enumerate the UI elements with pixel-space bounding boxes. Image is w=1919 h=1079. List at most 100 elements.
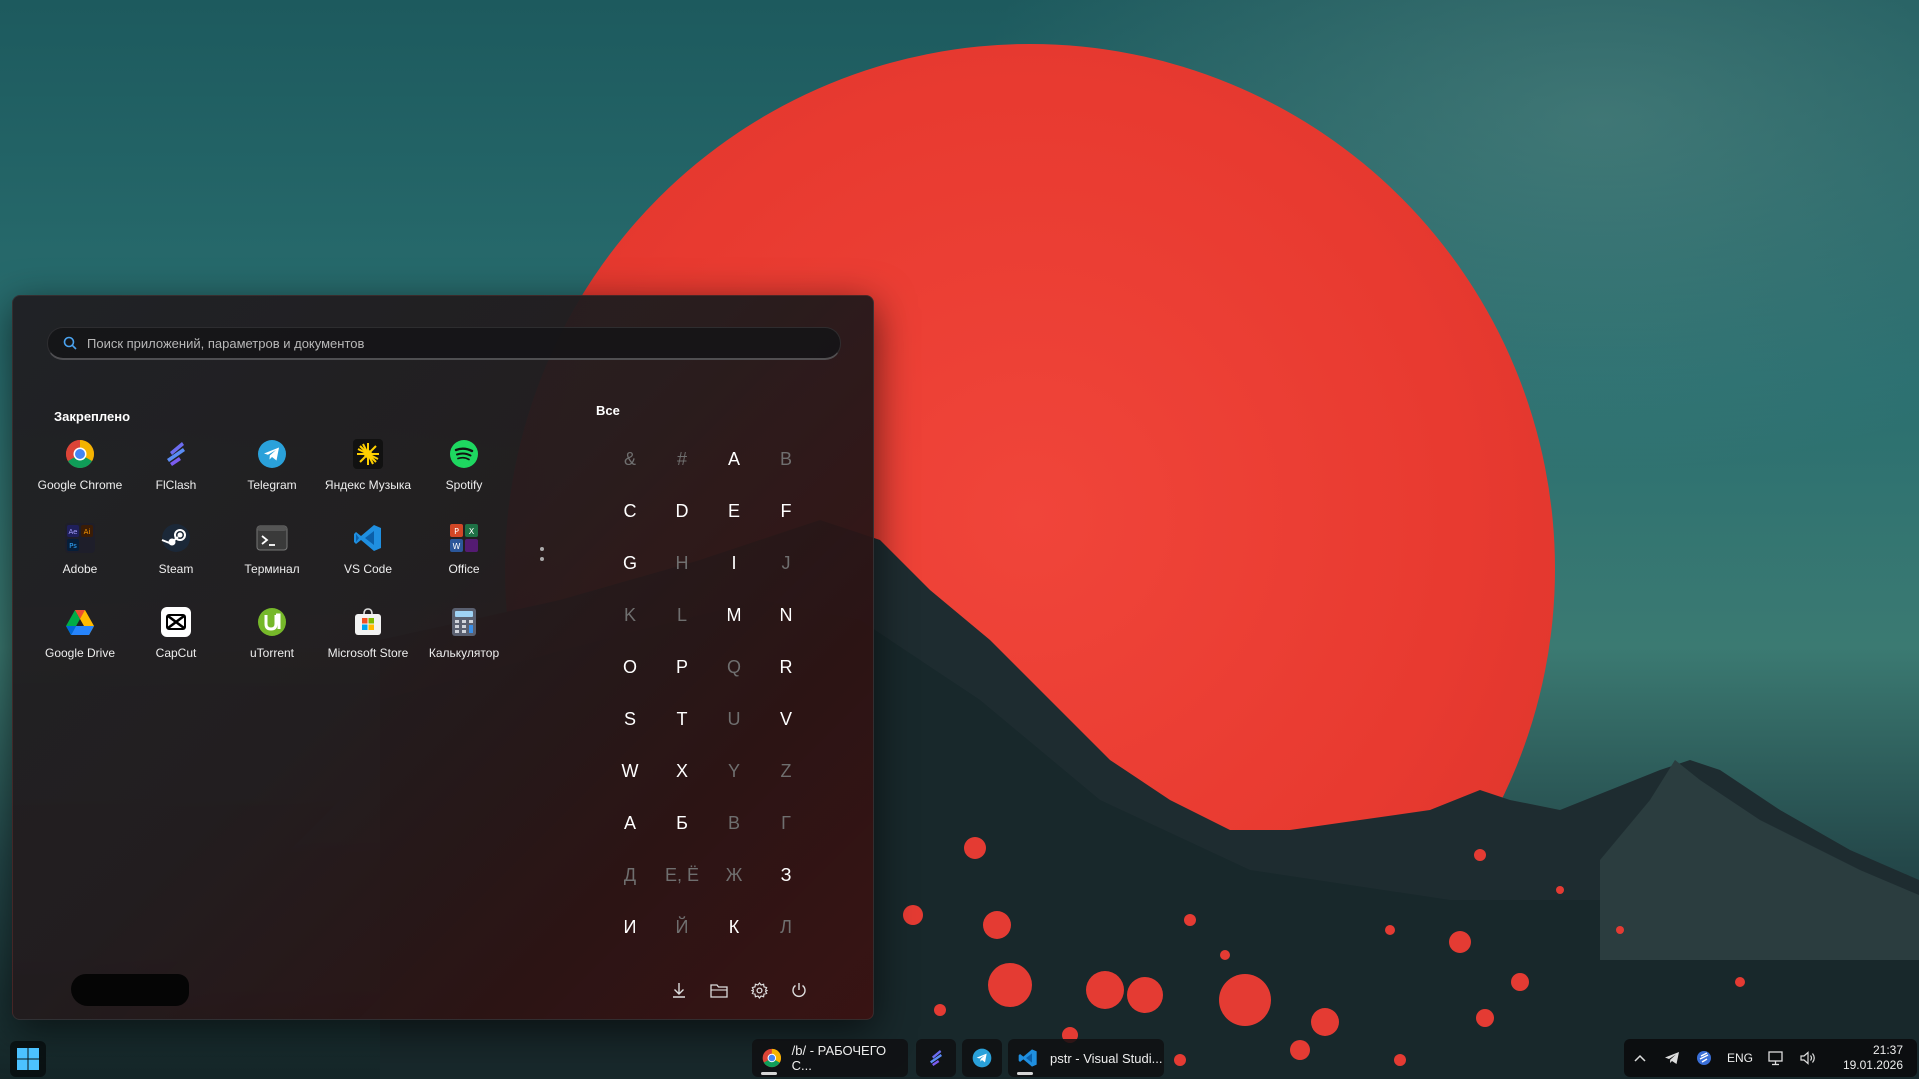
- clock[interactable]: 21:37 19.01.2026: [1843, 1043, 1903, 1073]
- download-icon: [673, 983, 685, 998]
- pinned-page-indicator[interactable]: [540, 547, 544, 567]
- network-button[interactable]: [1760, 1050, 1792, 1066]
- alphabet-letter[interactable]: Е, Ё: [656, 849, 708, 901]
- pinned-apps-grid: Google Chrome FlClash Telegram Яндекс Му…: [32, 436, 512, 688]
- alphabet-letter[interactable]: В: [708, 797, 760, 849]
- app-capcut[interactable]: CapCut: [128, 604, 224, 688]
- language-indicator[interactable]: ENG: [1720, 1051, 1760, 1065]
- app-steam[interactable]: Steam: [128, 520, 224, 604]
- telegram-tray-icon: [1665, 1052, 1679, 1064]
- alphabet-letter[interactable]: X: [656, 745, 708, 797]
- alphabet-index: & # A B C D E F G H I J K L M N O P Q R S T U V W X Y Z А Б В Г Д Е, ЁЖЗ И…: [604, 433, 812, 953]
- taskbar-flclash[interactable]: [916, 1039, 956, 1077]
- alphabet-letter[interactable]: U: [708, 693, 760, 745]
- app-terminal[interactable]: Терминал: [224, 520, 320, 604]
- adobe-icon: Ae Ai Ps: [64, 522, 96, 554]
- alphabet-letter[interactable]: J: [760, 537, 812, 589]
- alphabet-letter[interactable]: Л: [760, 901, 812, 953]
- alphabet-letter[interactable]: G: [604, 537, 656, 589]
- alphabet-letter[interactable]: Б: [656, 797, 708, 849]
- alphabet-letter[interactable]: А: [604, 797, 656, 849]
- pinned-title: Закреплено: [54, 409, 131, 424]
- alphabet-letter[interactable]: Д: [604, 849, 656, 901]
- app-utorrent[interactable]: uTorrent: [224, 604, 320, 688]
- alphabet-letter[interactable]: И: [604, 901, 656, 953]
- app-office[interactable]: P XW Office: [416, 520, 512, 604]
- alphabet-letter[interactable]: Ж: [708, 849, 760, 901]
- alphabet-letter[interactable]: T: [656, 693, 708, 745]
- running-indicator: [761, 1072, 777, 1075]
- volume-icon: [1799, 1051, 1815, 1065]
- alphabet-letter[interactable]: V: [760, 693, 812, 745]
- search-box[interactable]: [47, 327, 841, 360]
- start-button[interactable]: [10, 1041, 46, 1077]
- alphabet-letter[interactable]: M: [708, 589, 760, 641]
- alphabet-letter[interactable]: C: [604, 485, 656, 537]
- file-explorer-button[interactable]: [708, 979, 730, 1001]
- alphabet-letter[interactable]: P: [656, 641, 708, 693]
- app-label: FlClash: [155, 478, 197, 492]
- alphabet-letter[interactable]: D: [656, 485, 708, 537]
- svg-text:X: X: [469, 527, 475, 536]
- app-google-chrome[interactable]: Google Chrome: [32, 436, 128, 520]
- running-indicator: [1017, 1072, 1033, 1075]
- app-telegram[interactable]: Telegram: [224, 436, 320, 520]
- show-hidden-icons-button[interactable]: [1624, 1054, 1656, 1062]
- app-calculator[interactable]: Калькулятор: [416, 604, 512, 688]
- alphabet-letter[interactable]: N: [760, 589, 812, 641]
- alphabet-letter[interactable]: &: [604, 433, 656, 485]
- downloads-button[interactable]: [668, 979, 690, 1001]
- vpn-icon: [1697, 1051, 1711, 1065]
- alphabet-letter[interactable]: Z: [760, 745, 812, 797]
- app-vscode[interactable]: VS Code: [320, 520, 416, 604]
- taskbar-vscode-window[interactable]: pstr - Visual Studi...: [1008, 1039, 1164, 1077]
- app-label: Telegram: [247, 478, 297, 492]
- app-adobe[interactable]: Ae Ai Ps Adobe: [32, 520, 128, 604]
- alphabet-letter[interactable]: Y: [708, 745, 760, 797]
- alphabet-letter[interactable]: З: [760, 849, 812, 901]
- app-microsoft-store[interactable]: Microsoft Store: [320, 604, 416, 688]
- alphabet-letter[interactable]: F: [760, 485, 812, 537]
- alphabet-letter[interactable]: S: [604, 693, 656, 745]
- alphabet-letter[interactable]: I: [708, 537, 760, 589]
- alphabet-letter[interactable]: #: [656, 433, 708, 485]
- app-google-drive[interactable]: Google Drive: [32, 604, 128, 688]
- app-label: Google Drive: [44, 646, 116, 660]
- volume-button[interactable]: [1792, 1051, 1824, 1065]
- alphabet-letter[interactable]: Q: [708, 641, 760, 693]
- alphabet-letter[interactable]: K: [604, 589, 656, 641]
- alphabet-letter[interactable]: W: [604, 745, 656, 797]
- power-button[interactable]: [788, 979, 810, 1001]
- alphabet-letter[interactable]: E: [708, 485, 760, 537]
- app-yandex-music[interactable]: Яндекс Музыка: [320, 436, 416, 520]
- taskbar-telegram[interactable]: [962, 1039, 1002, 1077]
- app-flclash[interactable]: FlClash: [128, 436, 224, 520]
- app-label: Adobe: [62, 562, 98, 576]
- tray-vpn[interactable]: [1688, 1050, 1720, 1066]
- app-spotify[interactable]: Spotify: [416, 436, 512, 520]
- settings-button[interactable]: [748, 979, 770, 1001]
- network-icon: [1767, 1050, 1783, 1065]
- taskbar-chrome-window[interactable]: /b/ - РАБОЧЕГО С...: [752, 1039, 908, 1077]
- alphabet-letter[interactable]: R: [760, 641, 812, 693]
- alphabet-letter[interactable]: L: [656, 589, 708, 641]
- alphabet-letter[interactable]: A: [708, 433, 760, 485]
- alphabet-letter[interactable]: К: [708, 901, 760, 953]
- tray-telegram[interactable]: [1656, 1051, 1688, 1065]
- alphabet-letter[interactable]: Г: [760, 797, 812, 849]
- alphabet-letter[interactable]: H: [656, 537, 708, 589]
- svg-text:W: W: [453, 542, 461, 551]
- alphabet-letter[interactable]: Й: [656, 901, 708, 953]
- alphabet-letter[interactable]: B: [760, 433, 812, 485]
- user-account[interactable]: [71, 974, 189, 1006]
- alphabet-letter[interactable]: O: [604, 641, 656, 693]
- calculator-icon: [448, 606, 480, 638]
- svg-text:Ai: Ai: [84, 528, 91, 536]
- search-input[interactable]: [85, 334, 809, 352]
- utorrent-icon: [256, 606, 288, 638]
- spotify-icon: [448, 438, 480, 470]
- app-label: Яндекс Музыка: [324, 478, 412, 492]
- terminal-icon: [256, 522, 288, 554]
- taskbar-window-title: pstr - Visual Studi...: [1050, 1050, 1163, 1066]
- chrome-icon: [64, 438, 96, 470]
